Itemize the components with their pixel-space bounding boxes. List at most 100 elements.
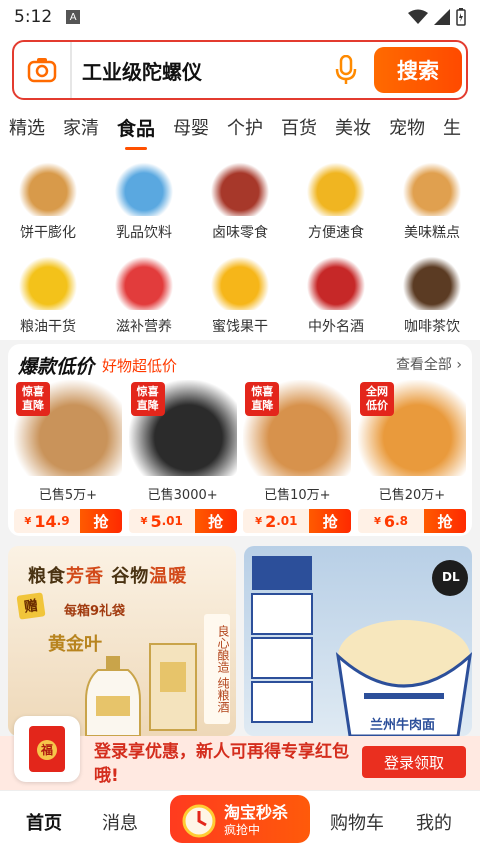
noodle-cups-icon [251, 556, 472, 736]
category-item[interactable]: 饼干膨化 [0, 152, 96, 246]
currency-symbol: ¥ [140, 515, 148, 527]
category-item[interactable]: 美味糕点 [384, 152, 480, 246]
status-time: 5:12 [14, 7, 53, 27]
gift-badge: 赠 [16, 592, 46, 620]
instant-noodle-icon [307, 162, 365, 216]
category-item[interactable]: 中外名酒 [288, 246, 384, 340]
category-label: 饼干膨化 [20, 225, 76, 241]
category-label: 咖啡茶饮 [404, 319, 460, 335]
price-decimal: .9 [56, 514, 70, 528]
deals-section: 爆款低价 好物超低价 查看全部 › 惊喜直降 已售5万+ ¥14.9 抢惊喜直降 已售3… [8, 344, 472, 536]
banner-liquor[interactable]: 粮食芳香 谷物温暖 赠 每箱9礼袋 黄金叶 良心酿造 纯粮酒 [8, 546, 236, 736]
login-claim-button[interactable]: 登录领取 [362, 746, 466, 778]
nutrition-jar-icon [115, 256, 173, 310]
category-tabs: 精选 家清 食品 母婴 个护 百货 美妆 宠物生 [0, 114, 470, 150]
coffee-icon [403, 256, 461, 310]
tab-item[interactable]: 个护 [218, 114, 272, 144]
tab-item[interactable]: 食品 [108, 114, 164, 150]
category-item[interactable]: 乳品饮料 [96, 152, 192, 246]
currency-symbol: ¥ [373, 515, 381, 527]
price-decimal: .01 [161, 514, 183, 528]
search-button[interactable]: 搜索 [374, 47, 462, 93]
view-all-label: 查看全部 [395, 357, 452, 373]
slogan-part: 温暖 [149, 566, 188, 587]
price-bar[interactable]: ¥6.8 抢 [357, 509, 466, 533]
category-label: 卤味零食 [212, 225, 268, 241]
price-decimal: .8 [395, 514, 408, 528]
oil-icon [19, 256, 77, 310]
grab-button[interactable]: 抢 [309, 509, 352, 533]
microphone-icon[interactable] [326, 42, 366, 98]
banner-vertical-text: 良心酿造 纯粮酒 [204, 614, 230, 724]
deal-card[interactable]: 惊喜直降 已售5万+ ¥14.9 抢 [14, 380, 122, 533]
category-item[interactable]: 粮油干货 [0, 246, 96, 340]
category-item[interactable]: 卤味零食 [192, 152, 288, 246]
nav-seckill[interactable]: 淘宝秒杀 疯抢中 [170, 795, 310, 843]
red-envelope-icon: 福 [14, 716, 80, 782]
tab-item[interactable]: 母婴 [164, 114, 218, 144]
bottom-nav: 首页 消息 淘宝秒杀 疯抢中 购物车 我的 [0, 790, 480, 853]
gift-box-icon [149, 643, 197, 731]
sim-icon: A [66, 10, 81, 24]
sold-count: 已售3000+ [147, 488, 218, 503]
red-envelope-char: 福 [40, 742, 53, 757]
sold-count: 已售10万+ [264, 488, 331, 503]
category-item[interactable]: 滋补营养 [96, 246, 192, 340]
price-bar[interactable]: ¥2.01 抢 [243, 509, 352, 533]
category-label: 方便速食 [308, 225, 364, 241]
nav-mine[interactable]: 我的 [416, 809, 452, 835]
nav-home[interactable]: 首页 [26, 809, 62, 835]
alarm-clock-icon [182, 804, 216, 838]
cookie-icon [19, 162, 77, 216]
price-decimal: .01 [276, 514, 298, 528]
price-bar[interactable]: ¥5.01 抢 [128, 509, 237, 533]
category-label: 美味糕点 [404, 225, 460, 241]
tab-item[interactable]: 美妆 [326, 114, 380, 144]
category-item[interactable]: 咖啡茶饮 [384, 246, 480, 340]
price-integer: 2 [265, 511, 277, 531]
grab-button[interactable]: 抢 [194, 509, 237, 533]
grab-button[interactable]: 抢 [80, 509, 122, 533]
category-item[interactable]: 蜜饯果干 [192, 246, 288, 340]
banner-noodles[interactable]: DL 兰州牛肉面 [244, 546, 472, 736]
banner-label: 兰州牛肉面 [370, 718, 436, 733]
tab-item[interactable]: 家清 [54, 114, 108, 144]
category-label: 粮油干货 [20, 319, 76, 335]
tab-item[interactable]: 宠物 [380, 114, 434, 144]
nav-messages[interactable]: 消息 [102, 809, 138, 835]
sold-count: 已售5万+ [38, 488, 98, 503]
currency-symbol: ¥ [255, 515, 263, 527]
pastry-icon [403, 162, 461, 216]
category-grid: 饼干膨化 乳品饮料 卤味零食 方便速食 美味糕点粮油干货 滋补营养 蜜饯果干 中外名酒 咖啡茶饮 [0, 152, 480, 340]
deal-card[interactable]: 全网低价已售20万+ ¥6.8 抢 [357, 380, 466, 533]
price-integer: 14 [34, 511, 57, 531]
status-icons [408, 8, 466, 26]
deal-badge: 全网低价 [359, 382, 394, 416]
deal-card[interactable]: 惊喜直降 已售10万+ ¥2.01 抢 [243, 380, 352, 533]
price-bar[interactable]: ¥14.9 抢 [14, 509, 122, 533]
liquor-icon [307, 256, 365, 310]
price: ¥6.8 [357, 509, 424, 533]
deal-list: 惊喜直降 已售5万+ ¥14.9 抢惊喜直降 已售3000+ ¥5.01 抢惊喜直降 已售10… [14, 380, 466, 533]
nav-cart[interactable]: 购物车 [330, 809, 384, 835]
price-integer: 5 [150, 511, 162, 531]
price: ¥2.01 [243, 509, 310, 533]
deal-card[interactable]: 惊喜直降 已售3000+ ¥5.01 抢 [128, 380, 237, 533]
sold-count: 已售20万+ [378, 488, 446, 503]
tab-item[interactable]: 生 [434, 114, 470, 144]
category-label: 滋补营养 [116, 319, 172, 335]
search-input[interactable]: 工业级陀螺仪 [82, 56, 326, 85]
tab-item[interactable]: 百货 [272, 114, 326, 144]
deal-badge: 惊喜直降 [245, 382, 280, 416]
currency-symbol: ¥ [24, 515, 32, 527]
grab-button[interactable]: 抢 [423, 509, 466, 533]
search-bar: 工业级陀螺仪 搜索 [12, 40, 468, 100]
camera-icon[interactable] [14, 42, 72, 98]
seckill-title: 淘宝秒杀 [224, 803, 289, 822]
category-item[interactable]: 方便速食 [288, 152, 384, 246]
slogan-part: 粮食 [28, 566, 66, 587]
tab-item[interactable]: 精选 [0, 114, 54, 144]
price: ¥14.9 [14, 509, 80, 533]
view-all-link[interactable]: 查看全部 › [396, 354, 462, 374]
product-image: 惊喜直降 [14, 380, 122, 476]
